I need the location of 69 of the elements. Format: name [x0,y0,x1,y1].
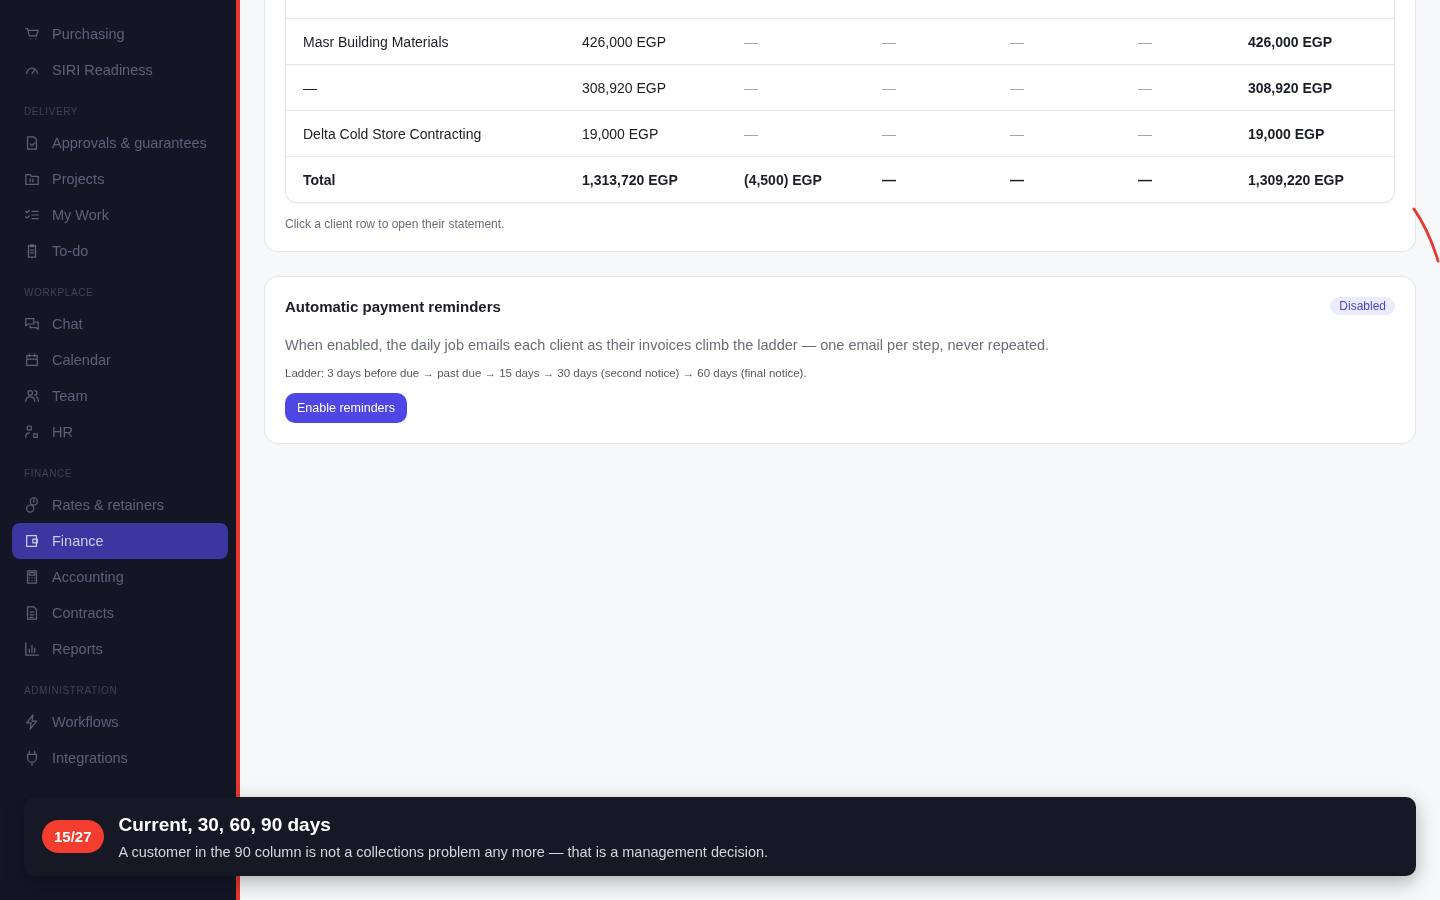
plug-icon [24,750,40,766]
table-cell-text: — [881,171,896,188]
tour-title: Current, 30, 60, 90 days [118,813,332,836]
sidebar-item[interactable]: SIRI Readiness [12,52,228,88]
table-cell-text: — [1009,171,1024,188]
description: When enabled, the daily job emails each client as their invoices climb the ladder — one email per step, never repeated. [285,337,1051,353]
document-icon [24,135,40,151]
table-cell[interactable]: — [286,79,317,96]
calculator-icon [24,569,40,585]
table-cell[interactable]: 426,000 EGP [565,33,667,50]
table-cell[interactable]: Masr Building Materials [286,33,449,50]
sidebar-item[interactable]: Integrations [12,740,228,776]
tour-text: A customer in the 90 column is not a collections problem any more — that is a management decision. [118,843,769,860]
sidebar-item[interactable]: Calendar [12,342,228,378]
sidebar-item[interactable]: Workflows [12,704,228,740]
table-cell[interactable]: 426,000 EGP [1231,33,1333,50]
table-cell[interactable]: — [865,125,896,142]
bar-chart-icon [24,641,40,657]
table-cell-text: 1,313,720 EGP [581,171,678,188]
sidebar-item[interactable]: Rates & retainers [12,487,228,523]
sidebar-item[interactable]: Reports [12,631,228,667]
table-cell-text: 1,309,220 EGP [1247,171,1344,188]
sidebar-item[interactable]: HR [12,414,228,450]
status-badge: Disabled [1330,297,1395,315]
sidebar-item[interactable]: Chat [12,306,228,342]
table-cell-text: — [1137,171,1152,188]
sidebar-item[interactable]: Purchasing [12,16,228,52]
table-cell[interactable]: — [1121,125,1152,142]
people-icon [24,388,40,404]
table-cell[interactable]: 19,000 EGP [1231,125,1325,142]
enable-reminders-button[interactable]: Enable reminders [285,393,407,423]
cart-icon [24,26,40,42]
table-cell[interactable]: Delta Cold Store Contracting [286,125,482,142]
card-title: Automatic payment reminders [285,297,501,315]
table-cell[interactable]: — [1121,79,1152,96]
table-cell-text: (4,500) EGP [743,171,822,188]
table-cell[interactable]: 308,920 EGP [1231,79,1333,96]
table-cell[interactable]: — [727,33,758,50]
folder-icon [24,171,40,187]
table-cell[interactable]: — [727,79,758,96]
table-note: Click a client row to open their statement. [285,217,506,231]
chat-icon [24,316,40,332]
coins-icon [24,497,40,513]
step-badge: 15/27 [42,820,104,853]
person-badge-icon [24,424,40,440]
table-cell[interactable]: — [865,79,896,96]
sidebar-item[interactable]: Team [12,378,228,414]
sidebar-item[interactable]: Contracts [12,595,228,631]
wallet-icon [24,533,40,549]
table-cell[interactable]: 19,000 EGP [565,125,659,142]
lightning-icon [24,714,40,730]
table-cell[interactable]: — [993,125,1024,142]
table-cell[interactable]: 308,920 EGP [565,79,667,96]
highlight-arc [1412,207,1440,263]
document-icon [24,605,40,621]
table-cell[interactable]: — [727,125,758,142]
sidebar-item[interactable]: Projects [12,161,228,197]
ladder-text: Ladder: 3 days before due → past due → 15 days → 30 days (second notice) → 60 days (final notice). [285,367,808,379]
calendar-icon [24,352,40,368]
table-cell[interactable]: — [993,79,1024,96]
table-cell[interactable]: — [865,33,896,50]
table-cell[interactable]: — [993,33,1024,50]
sidebar-item[interactable]: Finance [12,523,228,559]
table-cell[interactable]: — [1121,33,1152,50]
sidebar-item[interactable]: To-do [12,233,228,269]
sidebar-item[interactable]: Accounting [12,559,228,595]
sidebar-item[interactable]: Approvals & guarantees [12,125,228,161]
table-cell-text: Total [302,171,336,188]
sidebar-item[interactable]: My Work [12,197,228,233]
